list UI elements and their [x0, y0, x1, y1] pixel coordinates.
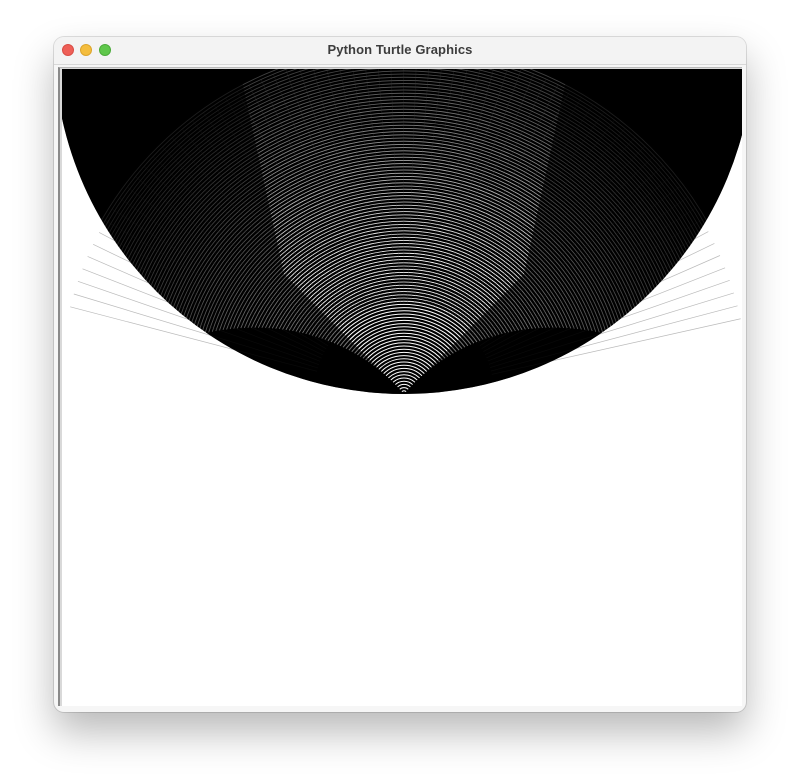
canvas-frame	[58, 67, 742, 706]
window-title: Python Turtle Graphics	[327, 42, 473, 57]
turtle-canvas[interactable]	[62, 69, 742, 706]
turtle-drawing	[62, 69, 742, 395]
window-titlebar[interactable]: Python Turtle Graphics	[54, 37, 746, 65]
turtle-window: Python Turtle Graphics	[54, 37, 746, 712]
